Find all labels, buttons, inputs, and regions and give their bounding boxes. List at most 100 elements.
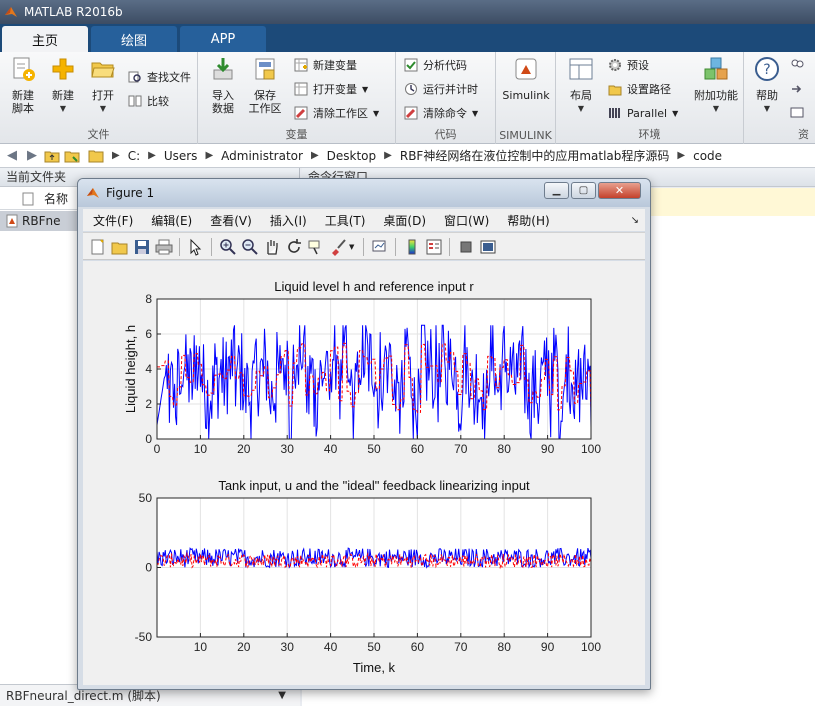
analyze-code-button[interactable]: 分析代码	[404, 56, 467, 74]
addons-dropdown-arrow-icon[interactable]: ▼	[690, 102, 742, 115]
dock-figure-icon[interactable]: ↘	[631, 215, 639, 226]
up-folder-icon[interactable]	[44, 148, 60, 164]
brush-data-icon[interactable]	[329, 238, 347, 256]
figure-title-bar[interactable]: Figure 1 ▁ ▢ ✕	[78, 179, 650, 207]
menu-edit[interactable]: 编辑(E)	[151, 212, 192, 229]
set-path-button[interactable]: 设置路径	[608, 80, 671, 98]
breadcrumb-administrator[interactable]: Administrator	[221, 149, 303, 163]
clear-commands-dropdown-icon[interactable]: ▼	[472, 109, 478, 118]
analyze-code-icon	[404, 58, 418, 72]
request-support-icon[interactable]	[790, 82, 804, 96]
parallel-button[interactable]: Parallel ▼	[608, 104, 678, 122]
brush-dropdown-icon[interactable]: ▼	[349, 243, 354, 251]
menu-desktop[interactable]: 桌面(D)	[383, 212, 426, 229]
open-variable-dropdown-icon[interactable]: ▼	[362, 85, 368, 94]
link-plot-icon[interactable]	[371, 238, 389, 256]
new-variable-button[interactable]: 新建变量	[294, 56, 357, 74]
menu-file[interactable]: 文件(F)	[93, 212, 133, 229]
clear-workspace-icon	[294, 106, 308, 120]
menu-window[interactable]: 窗口(W)	[444, 212, 489, 229]
open-dropdown-arrow-icon[interactable]: ▼	[80, 102, 126, 115]
minimize-button[interactable]: ▁	[544, 182, 569, 199]
x-tick-label: 70	[454, 640, 468, 654]
breadcrumb-code[interactable]: code	[693, 149, 722, 163]
tab-plots[interactable]: 绘图	[91, 26, 177, 52]
find-files-button[interactable]: 查找文件	[128, 68, 191, 86]
import-data-label-2: 数据	[212, 102, 234, 115]
breadcrumb-project-folder[interactable]: RBF神经网络在液位控制中的应用matlab程序源码	[400, 147, 670, 164]
menu-insert[interactable]: 插入(I)	[270, 212, 307, 229]
browse-folder-icon[interactable]	[64, 148, 80, 164]
figure-canvas[interactable]: 0 10 20 30 40 50 60 70 80 90 100 0 2 4 6 8 Liquid level …	[83, 261, 645, 685]
section-label-resources: 资	[798, 128, 809, 141]
x-tick-label: 30	[281, 640, 295, 654]
gear-icon	[609, 59, 621, 71]
menu-view[interactable]: 查看(V)	[210, 212, 252, 229]
breadcrumb-users[interactable]: Users	[164, 149, 198, 163]
open-variable-button[interactable]: 打开变量 ▼	[294, 80, 368, 98]
tab-home[interactable]: 主页	[2, 26, 88, 52]
clear-workspace-dropdown-icon[interactable]: ▼	[373, 109, 379, 118]
save-figure-icon[interactable]	[133, 238, 151, 256]
pan-hand-icon[interactable]	[263, 238, 281, 256]
training-icon[interactable]	[790, 106, 804, 120]
addons-button[interactable]: 附加功能 ▼	[690, 56, 742, 115]
x-tick-label: 50	[367, 640, 381, 654]
insert-colorbar-icon[interactable]	[403, 238, 421, 256]
matlab-logo-icon	[5, 7, 17, 17]
data-cursor-icon[interactable]	[307, 238, 325, 256]
section-label-simulink: SIMULINK	[499, 129, 552, 142]
preferences-button[interactable]: 预设	[608, 56, 649, 74]
zoom-out-icon[interactable]	[241, 238, 259, 256]
layout-button[interactable]: 布局 ▼	[558, 56, 604, 115]
close-icon: ✕	[614, 184, 625, 197]
help-button[interactable]: ? 帮助 ▼	[744, 56, 790, 115]
show-plot-tools-icon[interactable]	[479, 238, 497, 256]
open-label: 打开	[92, 89, 114, 102]
menu-help[interactable]: 帮助(H)	[507, 212, 549, 229]
insert-legend-icon[interactable]	[425, 238, 443, 256]
import-data-button[interactable]: 导入 数据	[200, 56, 246, 115]
compare-button[interactable]: 比较	[128, 92, 169, 110]
print-figure-icon[interactable]	[155, 238, 173, 256]
name-column-header[interactable]: 名称	[44, 188, 68, 210]
tab-apps[interactable]: APP	[180, 26, 266, 52]
ribbon-section-variable: 导入 数据 保存 工作区 新建变量 打开变量 ▼ 清除工作区 ▼ 变量	[198, 52, 396, 144]
breadcrumb-desktop[interactable]: Desktop	[327, 149, 377, 163]
close-button[interactable]: ✕	[598, 182, 641, 199]
community-icon[interactable]	[790, 58, 804, 72]
edit-plot-arrow-icon[interactable]	[187, 238, 205, 256]
x-tick-label: 40	[324, 640, 338, 654]
forward-arrow-icon[interactable]: ▶	[24, 148, 40, 164]
clear-commands-button[interactable]: 清除命令 ▼	[404, 104, 478, 122]
simulink-button[interactable]: Simulink	[498, 56, 554, 102]
save-workspace-label-2: 工作区	[248, 102, 282, 115]
parallel-dropdown-icon[interactable]: ▼	[672, 109, 678, 118]
open-button[interactable]: 打开 ▼	[80, 56, 126, 115]
menu-tools[interactable]: 工具(T)	[325, 212, 366, 229]
breadcrumb-c[interactable]: C:	[128, 149, 140, 163]
layout-dropdown-arrow-icon[interactable]: ▼	[558, 102, 604, 115]
set-path-icon	[608, 85, 622, 96]
minimize-icon: ▁	[552, 185, 561, 196]
back-arrow-icon[interactable]: ◀	[4, 148, 20, 164]
open-file-icon[interactable]	[111, 238, 129, 256]
run-and-time-button[interactable]: 运行并计时	[404, 80, 478, 98]
rotate-3d-icon[interactable]	[285, 238, 303, 256]
clear-workspace-button[interactable]: 清除工作区 ▼	[294, 104, 379, 122]
selected-file-name: RBFneural_direct.m (脚本)	[6, 689, 161, 703]
find-files-icon	[128, 71, 141, 83]
new-figure-icon[interactable]	[89, 238, 107, 256]
save-workspace-button[interactable]: 保存 工作区	[242, 56, 288, 115]
x-tick-label: 10	[194, 640, 208, 654]
maximize-button[interactable]: ▢	[571, 182, 596, 199]
x-tick-label: 80	[498, 442, 512, 456]
ribbon-section-code: 分析代码 运行并计时 清除命令 ▼ 代码	[396, 52, 496, 144]
help-label: 帮助	[756, 89, 778, 102]
zoom-in-icon[interactable]	[219, 238, 237, 256]
help-dropdown-arrow-icon[interactable]: ▼	[744, 102, 790, 115]
hide-plot-tools-icon[interactable]	[457, 238, 475, 256]
figure-plots[interactable]: 0 10 20 30 40 50 60 70 80 90 10002468Liquid level …	[83, 261, 645, 685]
section-label-variable: 变量	[285, 128, 308, 141]
ribbon-section-resources: ? 帮助 ▼ 资	[744, 52, 815, 144]
